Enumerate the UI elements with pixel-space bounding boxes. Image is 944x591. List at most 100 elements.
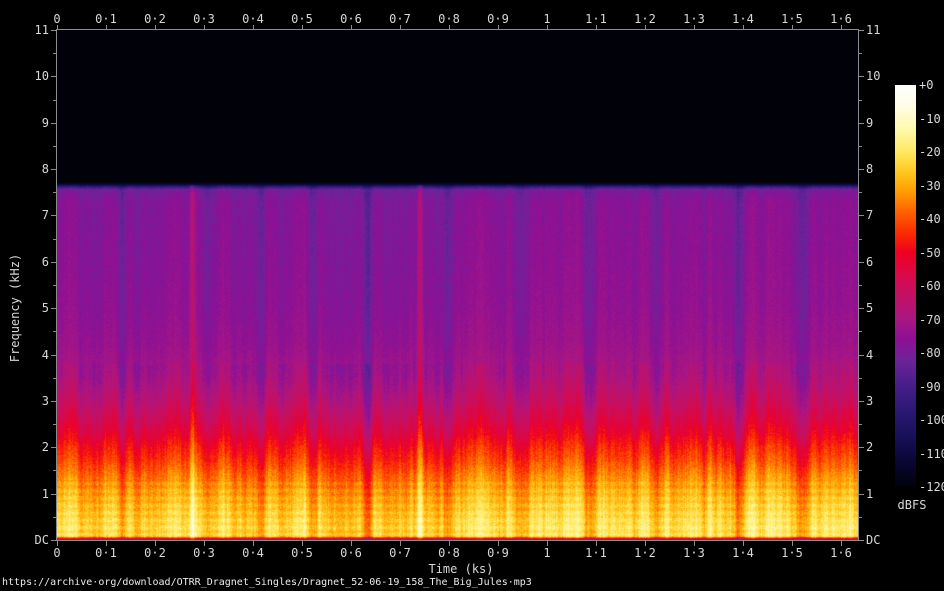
y-tick-mark-right: [858, 447, 864, 449]
x-tick-mark-top: [106, 25, 107, 30]
y-tick-label-right: 10: [866, 69, 881, 84]
x-tick-label-top: 0·7: [389, 12, 411, 26]
y-tick-mark-left: [51, 400, 57, 402]
source-url: https://archive·org/download/OTRR_Dragne…: [2, 577, 532, 588]
y-tick-mark-right: [858, 354, 864, 356]
y-minor-tick-left: [53, 53, 57, 55]
x-tick-mark-top: [204, 25, 205, 30]
y-tick-mark-left: [51, 493, 57, 495]
x-tick-label-top: 1·3: [683, 12, 705, 26]
colorbar-tick-label: -80: [919, 346, 941, 360]
y-minor-tick-right: [858, 424, 862, 426]
y-minor-tick-left: [53, 377, 57, 379]
y-tick-mark-right: [858, 308, 864, 310]
x-tick-label-bottom: 1: [543, 546, 551, 560]
y-tick-label-left: 6: [41, 254, 49, 269]
y-minor-tick-left: [53, 238, 57, 240]
x-tick-mark-top: [841, 25, 842, 30]
y-tick-label-left: 11: [34, 23, 49, 37]
y-tick-label-left: 9: [41, 115, 49, 130]
y-tick-mark-right: [858, 400, 864, 402]
colorbar-tick-label: -50: [919, 245, 941, 260]
x-tick-label-bottom: 0·1: [95, 546, 117, 560]
x-tick-label-top: 1·4: [732, 12, 754, 26]
x-tick-label-bottom: 0·7: [389, 546, 411, 560]
x-tick-label-top: 0·9: [487, 12, 509, 26]
x-tick-mark-top: [743, 25, 744, 30]
y-tick-mark-right: [858, 76, 864, 78]
x-tick-label-top: 1·2: [634, 12, 656, 26]
y-tick-mark-right: [858, 122, 864, 124]
y-tick-mark-right: [858, 493, 864, 495]
x-tick-label-top: 1·1: [585, 12, 607, 26]
y-tick-mark-left: [51, 215, 57, 217]
y-tick-label-right: 9: [866, 115, 874, 130]
x-tick-label-bottom: 0: [53, 546, 61, 560]
x-tick-label-top: 1: [543, 12, 551, 26]
y-tick-mark-right: [858, 540, 864, 541]
colorbar-tick-label: -10: [919, 111, 941, 126]
y-tick-label-left: 1: [41, 486, 49, 501]
x-tick-label-bottom: 1·1: [585, 546, 607, 560]
x-tick-mark-top: [694, 25, 695, 30]
x-tick-label-top: 0·5: [291, 12, 313, 26]
colorbar-tick-label: -90: [919, 379, 941, 394]
colorbar-tick-label: -110: [919, 446, 944, 461]
y-minor-tick-left: [53, 145, 57, 147]
x-tick-mark-top: [449, 25, 450, 30]
x-tick-label-bottom: 1·3: [683, 546, 705, 560]
y-minor-tick-right: [858, 192, 862, 194]
y-tick-mark-left: [51, 354, 57, 356]
y-minor-tick-right: [858, 53, 862, 55]
spectrogram-heatmap: [57, 30, 858, 540]
y-tick-label-right: DC: [866, 533, 881, 547]
y-tick-label-left: DC: [34, 533, 49, 547]
y-tick-mark-right: [858, 215, 864, 217]
y-tick-label-left: 5: [41, 301, 49, 316]
spectrogram-app: Frequency (kHz) Time (ks) dBFS https://a…: [0, 0, 944, 591]
colorbar-tick-label: +0: [919, 78, 934, 92]
x-tick-mark-top: [155, 25, 156, 30]
y-tick-mark-left: [51, 261, 57, 263]
x-axis-title: Time (ks): [428, 562, 494, 576]
y-tick-mark-right: [858, 30, 864, 31]
y-tick-label-right: 1: [866, 486, 874, 501]
x-tick-label-bottom: 0·9: [487, 546, 509, 560]
y-tick-mark-right: [858, 169, 864, 171]
x-tick-mark-top: [302, 25, 303, 30]
colorbar-tick-label: -40: [919, 212, 941, 226]
y-minor-tick-left: [53, 99, 57, 101]
y-tick-mark-left: [51, 447, 57, 449]
y-tick-label-right: 5: [866, 301, 874, 316]
y-tick-label-left: 4: [41, 347, 49, 362]
y-tick-label-left: 10: [34, 69, 49, 84]
colorbar-tick-label: -120: [919, 480, 944, 494]
y-minor-tick-left: [53, 470, 57, 472]
y-minor-tick-left: [53, 285, 57, 286]
x-tick-mark-top: [645, 25, 646, 30]
y-tick-mark-left: [51, 169, 57, 171]
x-tick-label-bottom: 0·2: [144, 546, 166, 560]
y-minor-tick-left: [53, 331, 57, 333]
x-tick-mark-top: [498, 25, 499, 30]
colorbar-tick-label: -100: [919, 413, 944, 427]
colorbar-tick-label: -20: [919, 145, 941, 159]
y-tick-label-right: 8: [866, 162, 874, 177]
y-minor-tick-right: [858, 470, 862, 472]
y-tick-label-right: 6: [866, 254, 874, 269]
x-tick-label-top: 0·4: [242, 12, 264, 26]
y-tick-mark-left: [51, 76, 57, 78]
x-tick-mark-top: [253, 25, 254, 30]
colorbar: [895, 85, 916, 487]
y-tick-label-right: 2: [866, 440, 874, 455]
x-tick-label-top: 1·5: [781, 12, 803, 26]
x-tick-mark-top: [400, 25, 401, 30]
y-minor-tick-right: [858, 145, 862, 147]
y-tick-label-left: 8: [41, 162, 49, 177]
x-tick-label-top: 0·6: [340, 12, 362, 26]
y-tick-label-right: 4: [866, 347, 874, 362]
colorbar-tick-label: -30: [919, 178, 941, 193]
y-tick-mark-left: [51, 122, 57, 124]
y-tick-label-right: 7: [866, 208, 874, 223]
y-tick-label-left: 2: [41, 440, 49, 455]
